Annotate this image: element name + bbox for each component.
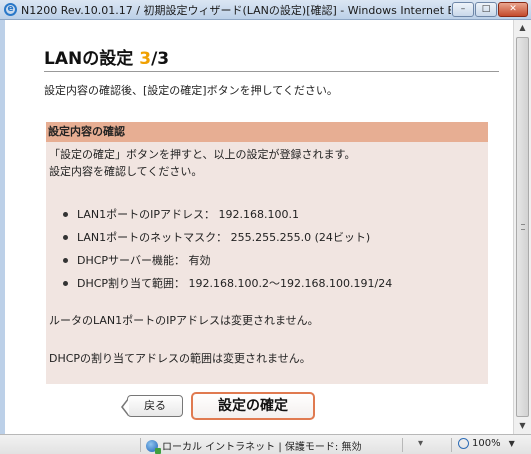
security-zone[interactable]: ローカル イントラネット | 保護モード: 無効 xyxy=(146,438,362,454)
back-button-label: 戻る xyxy=(144,399,166,412)
bullet-icon xyxy=(63,212,68,217)
status-bar: ローカル イントラネット | 保護モード: 無効 ▾ 100% ▼ xyxy=(0,434,531,454)
note-dhcp-range: DHCPの割り当てアドレスの範囲は変更されません。 xyxy=(49,352,311,365)
intro-line-2: 設定内容を確認してください。 xyxy=(49,165,203,178)
status-separator xyxy=(402,438,403,452)
step-current: 3 xyxy=(139,49,152,69)
note-lan-address: ルータのLAN1ポートのIPアドレスは変更されません。 xyxy=(49,314,319,327)
minimize-button[interactable]: – xyxy=(452,2,474,17)
zone-text: ローカル イントラネット | 保護モード: 無効 xyxy=(162,442,362,453)
window-titlebar[interactable]: e N1200 Rev.10.01.17 / 初期設定ウィザード(LANの設定)… xyxy=(0,0,531,20)
status-separator xyxy=(451,438,452,452)
setting-text: LAN1ポートのネットマスク： 255.255.255.0 (24ビット) xyxy=(77,231,371,244)
scroll-up-icon[interactable]: ▲ xyxy=(514,20,531,36)
ie-icon: e xyxy=(4,3,17,16)
zoom-icon xyxy=(458,438,469,449)
close-button[interactable]: ✕ xyxy=(498,2,528,17)
panel-title: 設定内容の確認 xyxy=(46,122,488,142)
vertical-scrollbar[interactable]: ▲ ▼ xyxy=(513,20,531,434)
setting-text: LAN1ポートのIPアドレス： 192.168.100.1 xyxy=(77,208,299,221)
settings-list: LAN1ポートのIPアドレス： 192.168.100.1 LAN1ポートのネッ… xyxy=(49,203,488,295)
list-item: DHCPサーバー機能： 有効 xyxy=(63,249,488,272)
scroll-down-icon[interactable]: ▼ xyxy=(514,418,531,434)
status-separator xyxy=(140,438,141,452)
addon-caret-icon: ▾ xyxy=(418,438,424,449)
back-button[interactable]: 戻る xyxy=(121,395,183,417)
globe-icon xyxy=(146,439,161,454)
setting-text: DHCP割り当て範囲： 192.168.100.2～192.168.100.19… xyxy=(77,277,393,290)
scrollbar-thumb[interactable] xyxy=(516,37,529,417)
addon-dropdown[interactable]: ▾ xyxy=(418,438,423,449)
scroll-grip-icon xyxy=(521,224,525,230)
bullet-icon xyxy=(63,258,68,263)
step-total: /3 xyxy=(151,49,170,69)
window-title: N1200 Rev.10.01.17 / 初期設定ウィザード(LANの設定)[確… xyxy=(21,3,451,17)
panel-body: 「設定の確定」ボタンを押すと、以上の設定が登録されます。 設定内容を確認してくだ… xyxy=(46,142,488,367)
confirm-settings-button[interactable]: 設定の確定 xyxy=(191,392,315,420)
intro-line-1: 「設定の確定」ボタンを押すと、以上の設定が登録されます。 xyxy=(49,148,356,161)
zoom-dropdown-icon[interactable]: ▼ xyxy=(509,439,515,448)
page-title-text: LANの設定 xyxy=(44,49,134,69)
zoom-control[interactable]: 100% ▼ xyxy=(458,438,515,449)
window-controls: – □ ✕ xyxy=(451,2,528,17)
bullet-icon xyxy=(63,281,68,286)
bullet-icon xyxy=(63,235,68,240)
instruction-text: 設定内容の確認後、[設定の確定]ボタンを押してください。 xyxy=(44,84,338,97)
list-item: LAN1ポートのIPアドレス： 192.168.100.1 xyxy=(63,203,488,226)
confirmation-panel: 設定内容の確認 「設定の確定」ボタンを押すと、以上の設定が登録されます。 設定内… xyxy=(46,122,488,384)
setting-text: DHCPサーバー機能： 有効 xyxy=(77,254,211,267)
maximize-button[interactable]: □ xyxy=(475,2,497,17)
page-title: LANの設定 3/3 xyxy=(44,44,169,69)
back-arrow-fill xyxy=(123,399,129,415)
zoom-level: 100% xyxy=(472,438,501,449)
page-content: LANの設定 3/3 設定内容の確認後、[設定の確定]ボタンを押してください。 設… xyxy=(5,20,513,434)
list-item: DHCP割り当て範囲： 192.168.100.2～192.168.100.19… xyxy=(63,272,488,295)
title-divider xyxy=(44,71,499,72)
list-item: LAN1ポートのネットマスク： 255.255.255.0 (24ビット) xyxy=(63,226,488,249)
